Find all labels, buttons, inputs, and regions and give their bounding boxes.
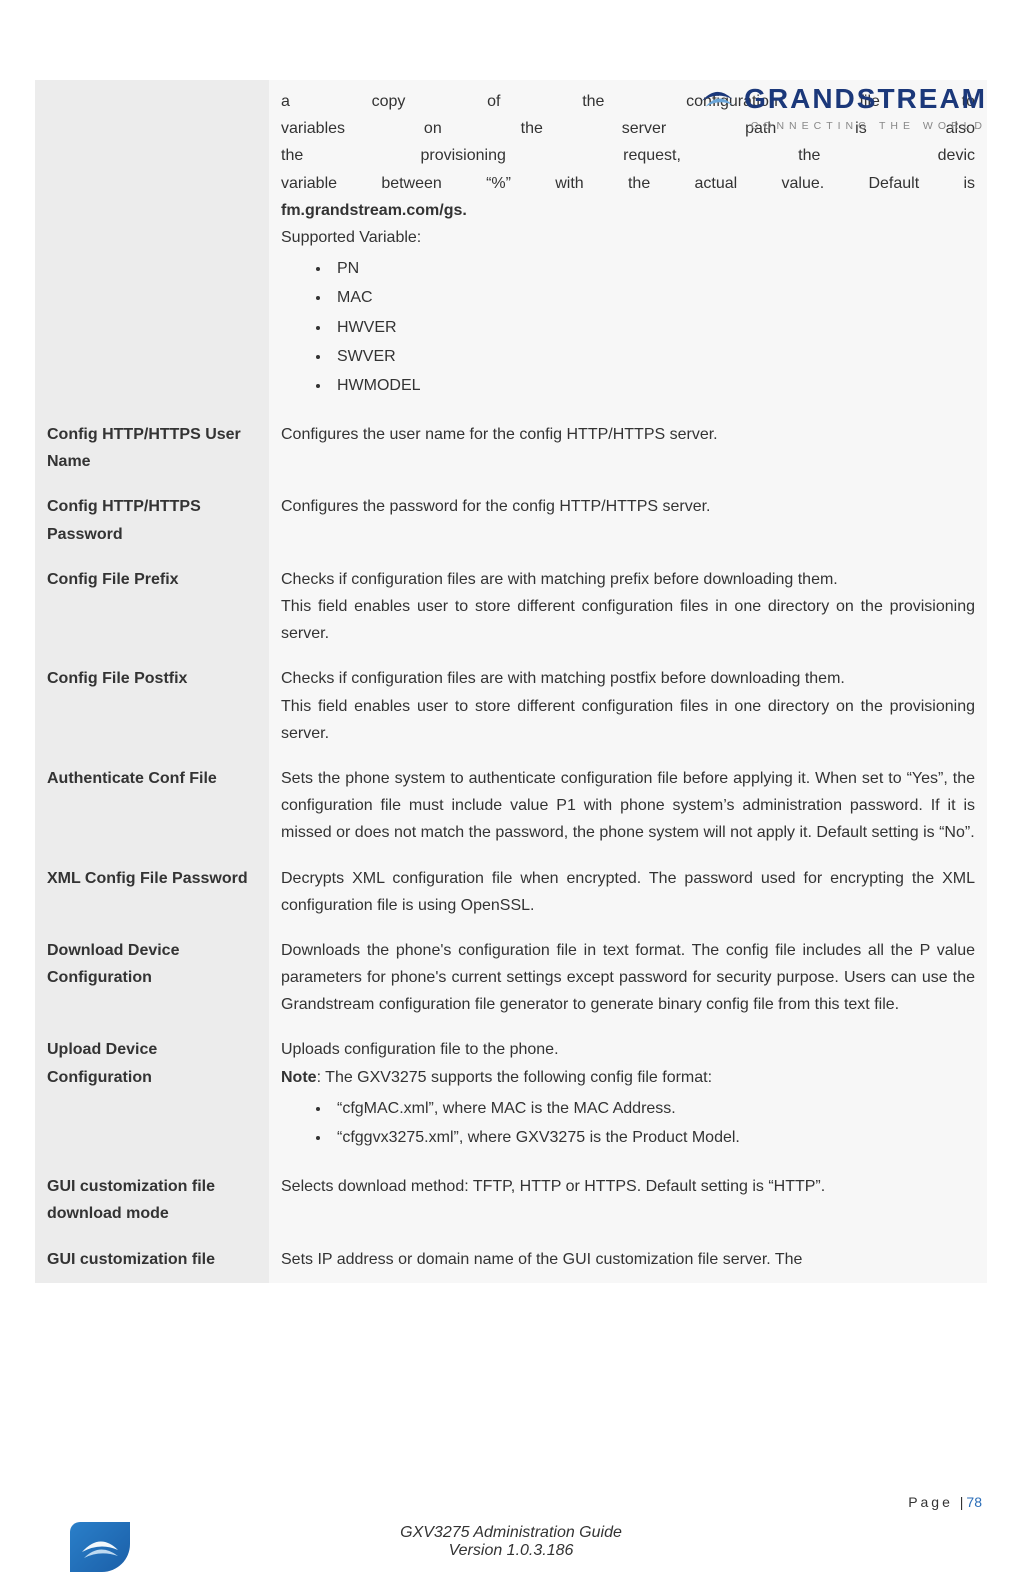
logo-swoosh-icon [698, 80, 736, 118]
config-server-path-line3: the provisioning request, the devic [281, 142, 975, 169]
list-item: “cfggvx3275.xml”, where GXV3275 is the P… [331, 1124, 975, 1151]
row-desc: Configures the password for the config H… [269, 485, 987, 557]
row-label: Config File Postfix [35, 657, 269, 757]
table-row: XML Config File Password Decrypts XML co… [35, 857, 987, 929]
row-desc-p2: This field enables user to store differe… [281, 593, 975, 647]
footer-title: GXV3275 Administration Guide [0, 1524, 1022, 1542]
table-row: Config HTTP/HTTPS User Name Configures t… [35, 413, 987, 485]
row-label: XML Config File Password [35, 857, 269, 929]
page-footer: GXV3275 Administration Guide Version 1.0… [0, 1524, 1022, 1560]
page-number: Page |78 [908, 1494, 982, 1510]
row-label: Upload Device Configuration [35, 1028, 269, 1165]
table-row: Config HTTP/HTTPS Password Configures th… [35, 485, 987, 557]
config-table: a copy of the configuration file to vari… [35, 80, 987, 1283]
table-row: Config File Prefix Checks if configurati… [35, 558, 987, 658]
default-value: fm.grandstream.com/gs. [281, 202, 467, 219]
row-label: Download Device Configuration [35, 929, 269, 1029]
row-desc-p2: This field enables user to store differe… [281, 693, 975, 747]
list-item: MAC [331, 284, 975, 311]
row-label: GUI customization file download mode [35, 1165, 269, 1237]
row-label: Config File Prefix [35, 558, 269, 658]
row-desc: Downloads the phone's configuration file… [269, 929, 987, 1029]
list-item: HWVER [331, 314, 975, 341]
row-desc-p1: Checks if configuration files are with m… [281, 665, 975, 692]
table-row: Upload Device Configuration Uploads conf… [35, 1028, 987, 1165]
row-desc: Selects download method: TFTP, HTTP or H… [269, 1165, 987, 1237]
footer-badge-icon [70, 1522, 130, 1572]
table-row: GUI customization file Sets IP address o… [35, 1238, 987, 1283]
row-desc: Sets the phone system to authenticate co… [269, 757, 987, 857]
row-label: Config HTTP/HTTPS Password [35, 485, 269, 557]
row-desc: Sets IP address or domain name of the GU… [269, 1238, 987, 1283]
table-row: GUI customization file download mode Sel… [35, 1165, 987, 1237]
table-row: Download Device Configuration Downloads … [35, 929, 987, 1029]
brand-name: GRANDSTREAM [744, 83, 987, 115]
row-desc-note: Note: The GXV3275 supports the following… [281, 1064, 975, 1091]
row-desc-p1: Checks if configuration files are with m… [281, 566, 975, 593]
list-item: PN [331, 255, 975, 282]
list-item: SWVER [331, 343, 975, 370]
brand-tagline: CONNECTING THE WORLD [698, 120, 987, 132]
table-row: Config File Postfix Checks if configurat… [35, 657, 987, 757]
row-label: Config HTTP/HTTPS User Name [35, 413, 269, 485]
row-desc: Decrypts XML configuration file when enc… [269, 857, 987, 929]
row-desc-p1: Uploads configuration file to the phone. [281, 1036, 975, 1063]
list-item: “cfgMAC.xml”, where MAC is the MAC Addre… [331, 1095, 975, 1122]
footer-version: Version 1.0.3.186 [0, 1542, 1022, 1560]
list-item: HWMODEL [331, 372, 975, 399]
config-server-path-line4: variable between “%” with the actual val… [281, 170, 975, 197]
row-desc: Configures the user name for the config … [269, 413, 987, 485]
row-label: Authenticate Conf File [35, 757, 269, 857]
supported-variable-label: Supported Variable: [281, 224, 975, 251]
table-row: Authenticate Conf File Sets the phone sy… [35, 757, 987, 857]
row-label: GUI customization file [35, 1238, 269, 1283]
brand-logo: GRANDSTREAM CONNECTING THE WORLD [698, 80, 987, 132]
